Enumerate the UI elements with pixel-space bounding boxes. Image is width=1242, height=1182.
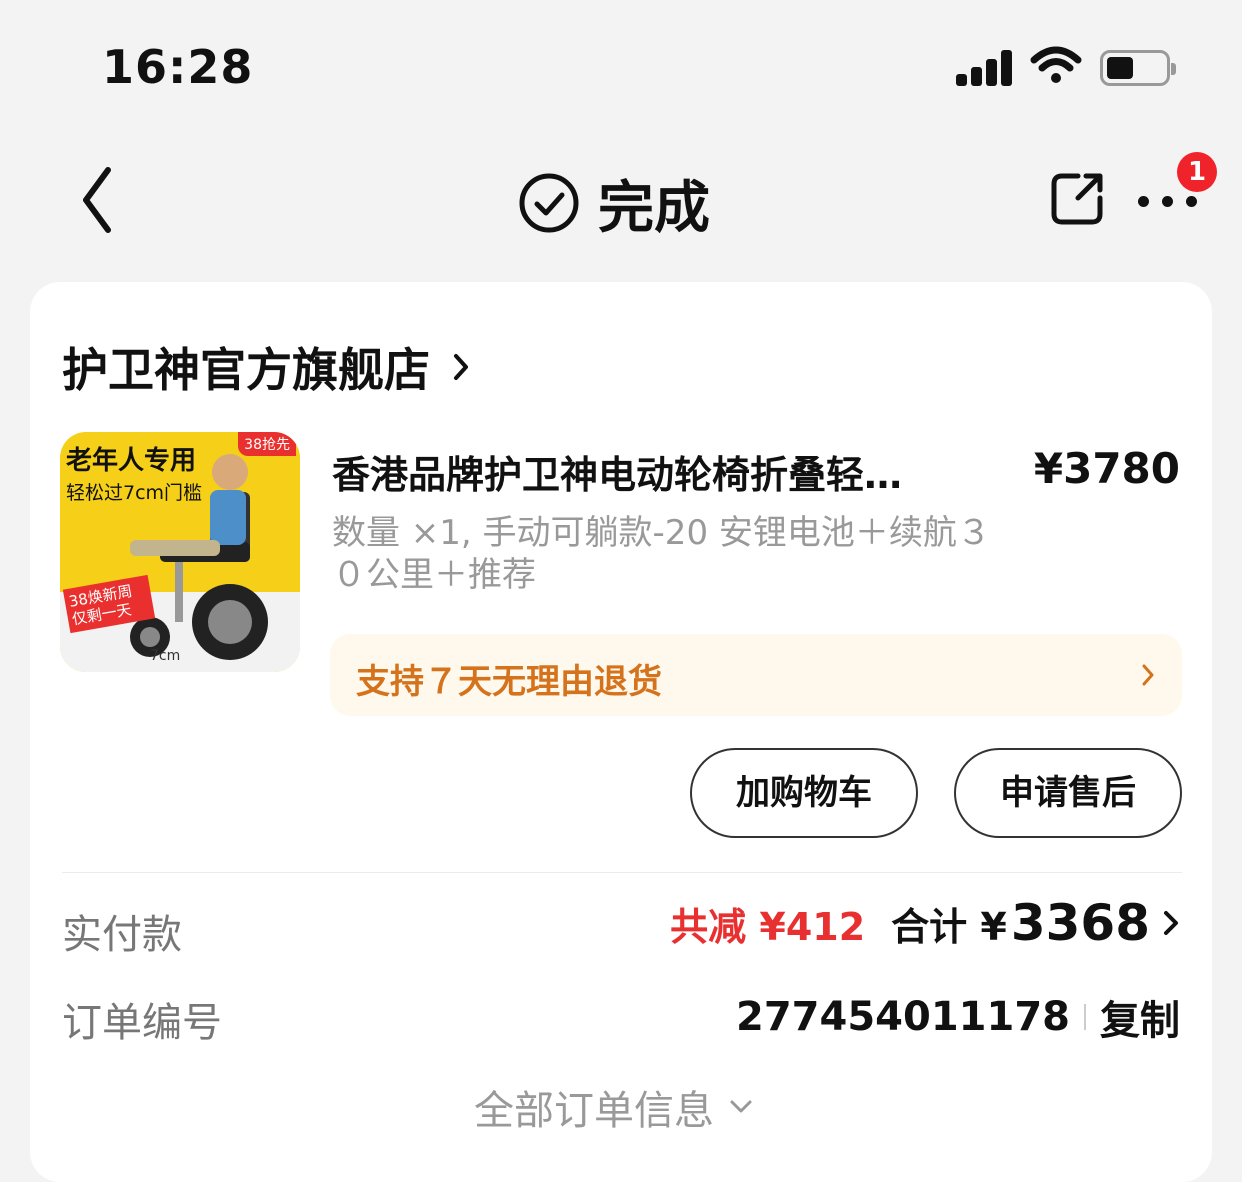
order-number: 277454011178 bbox=[736, 994, 1070, 1040]
chevron-right-icon bbox=[1164, 911, 1178, 935]
thumb-corner-tag: 38抢先 bbox=[238, 432, 296, 456]
separator bbox=[1084, 1004, 1086, 1030]
nav-bar: 完成 bbox=[0, 140, 1242, 260]
notification-badge: 1 bbox=[1177, 152, 1217, 192]
thumb-subline: 轻松过7cm门槛 bbox=[66, 482, 203, 504]
product-price: ¥3780 bbox=[1033, 444, 1180, 493]
back-chevron-icon[interactable] bbox=[70, 162, 130, 238]
return-policy-text: 支持７天无理由退货 bbox=[356, 662, 662, 702]
total-value: 3368 bbox=[1010, 894, 1150, 952]
add-to-cart-button[interactable]: 加购物车 bbox=[690, 748, 918, 838]
order-number-group: 277454011178 复制 bbox=[736, 988, 1180, 1046]
cellular-signal-icon bbox=[956, 50, 1014, 86]
chevron-right-icon bbox=[1142, 664, 1154, 686]
chevron-right-icon bbox=[454, 354, 468, 380]
payment-summary[interactable]: 共减 ¥412 合计 ¥ 3368 bbox=[670, 894, 1180, 952]
shop-link[interactable]: 护卫神官方旗舰店 bbox=[62, 334, 474, 400]
product-title[interactable]: 香港品牌护卫神电动轮椅折叠轻… bbox=[332, 444, 992, 499]
copy-order-number-button[interactable]: 复制 bbox=[1100, 988, 1180, 1046]
paid-amount-label: 实付款 bbox=[62, 912, 182, 958]
wifi-icon bbox=[1030, 46, 1082, 83]
page-title: 完成 bbox=[598, 175, 710, 241]
return-policy-bar[interactable]: 支持７天无理由退货 bbox=[330, 634, 1182, 716]
battery-icon bbox=[1100, 50, 1176, 86]
page-title-group: 完成 bbox=[518, 168, 710, 241]
thumb-headline: 老年人专用 bbox=[66, 446, 197, 476]
share-icon[interactable] bbox=[1048, 168, 1108, 228]
thumb-measure: 7cm bbox=[150, 648, 181, 664]
discount-amount: 共减 ¥412 bbox=[670, 904, 866, 949]
order-number-label: 订单编号 bbox=[62, 1000, 222, 1046]
total-label: 合计 ¥ bbox=[891, 904, 1007, 949]
status-bar: 16:28 bbox=[0, 0, 1242, 130]
divider bbox=[62, 872, 1182, 873]
shop-name: 护卫神官方旗舰店 bbox=[62, 343, 430, 397]
all-order-info-text: 全部订单信息 bbox=[474, 1088, 714, 1134]
status-time: 16:28 bbox=[102, 40, 254, 94]
product-spec: 数量 ×1, 手动可躺款-20 安锂电池＋续航３０公里＋推荐 bbox=[332, 513, 991, 595]
chevron-down-icon bbox=[730, 1100, 752, 1113]
after-sale-button[interactable]: 申请售后 bbox=[954, 748, 1182, 838]
check-circle-icon bbox=[519, 173, 579, 233]
order-card: 护卫神官方旗舰店 老年人专用 轻松过7cm门槛 38抢先 38焕新周 仅剩一天 … bbox=[30, 282, 1212, 1182]
all-order-info-toggle[interactable]: 全部订单信息 bbox=[474, 1078, 754, 1136]
product-thumbnail[interactable]: 老年人专用 轻松过7cm门槛 38抢先 38焕新周 仅剩一天 7cm bbox=[60, 432, 300, 672]
